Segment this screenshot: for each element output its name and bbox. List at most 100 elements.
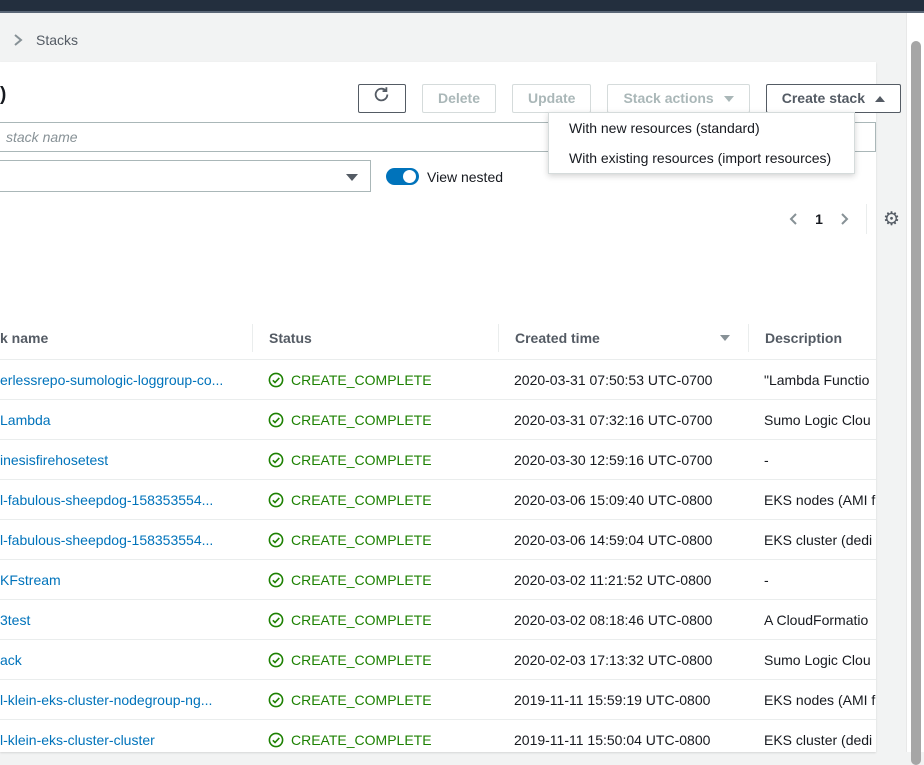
created-time: 2020-03-02 11:21:52 UTC-0800 bbox=[498, 572, 748, 588]
description: "Lambda Functio bbox=[748, 372, 876, 388]
pagination: 1 ⚙ bbox=[788, 204, 900, 234]
settings-gear-icon[interactable]: ⚙ bbox=[883, 210, 900, 229]
chevron-down-icon bbox=[724, 96, 734, 102]
status-label: CREATE_COMPLETE bbox=[291, 532, 432, 548]
status-cell: CREATE_COMPLETE bbox=[252, 732, 498, 748]
status-cell: CREATE_COMPLETE bbox=[252, 372, 498, 388]
created-time: 2019-11-11 15:59:19 UTC-0800 bbox=[498, 692, 748, 708]
next-page-icon[interactable] bbox=[839, 212, 850, 226]
stack-name-link[interactable]: 3test bbox=[0, 612, 252, 628]
status-icon bbox=[268, 532, 284, 548]
console-top-nav bbox=[0, 0, 924, 13]
menu-item-existing-resources[interactable]: With existing resources (import resource… bbox=[549, 143, 854, 173]
status-cell: CREATE_COMPLETE bbox=[252, 412, 498, 428]
previous-page-icon[interactable] bbox=[788, 212, 799, 226]
status-cell: CREATE_COMPLETE bbox=[252, 572, 498, 588]
created-time: 2020-02-03 17:13:32 UTC-0800 bbox=[498, 652, 748, 668]
created-time: 2020-03-06 15:09:40 UTC-0800 bbox=[498, 492, 748, 508]
status-icon bbox=[268, 572, 284, 588]
table-row: l-klein-eks-cluster-cluster CREATE_COMPL… bbox=[0, 720, 876, 752]
status-cell: CREATE_COMPLETE bbox=[252, 492, 498, 508]
stack-name-link[interactable]: erlessrepo-sumologic-loggroup-co... bbox=[0, 372, 252, 388]
table-row: l-klein-eks-cluster-nodegroup-ng... CREA… bbox=[0, 680, 876, 720]
view-nested-toggle[interactable] bbox=[386, 168, 419, 185]
stacks-table: k name Status Created time Description e… bbox=[0, 317, 876, 752]
stack-name-link[interactable]: inesisfirehosetest bbox=[0, 452, 252, 468]
view-nested-label: View nested bbox=[427, 169, 503, 185]
breadcrumb: Stacks bbox=[12, 32, 78, 48]
column-header-description[interactable]: Description bbox=[748, 324, 876, 352]
status-label: CREATE_COMPLETE bbox=[291, 652, 432, 668]
description: Sumo Logic Clou bbox=[748, 412, 876, 428]
table-row: Lambda CREATE_COMPLETE 2020-03-31 07:32:… bbox=[0, 400, 876, 440]
status-cell: CREATE_COMPLETE bbox=[252, 692, 498, 708]
toolbar: Delete Update Stack actions Create stack bbox=[358, 84, 901, 113]
create-stack-button[interactable]: Create stack bbox=[766, 84, 901, 113]
refresh-button[interactable] bbox=[358, 84, 406, 113]
table-row: ack CREATE_COMPLETE 2020-02-03 17:13:32 … bbox=[0, 640, 876, 680]
stack-name-link[interactable]: l-fabulous-sheepdog-158353554... bbox=[0, 532, 252, 548]
refresh-icon bbox=[373, 85, 390, 112]
select-caret-icon bbox=[346, 174, 358, 181]
delete-button[interactable]: Delete bbox=[422, 84, 496, 113]
column-header-created-time[interactable]: Created time bbox=[498, 324, 748, 352]
status-filter-select[interactable] bbox=[0, 160, 371, 192]
created-time: 2020-03-31 07:50:53 UTC-0700 bbox=[498, 372, 748, 388]
status-icon bbox=[268, 372, 284, 388]
description: Sumo Logic Clou bbox=[748, 652, 876, 668]
created-time: 2020-03-06 14:59:04 UTC-0800 bbox=[498, 532, 748, 548]
status-icon bbox=[268, 692, 284, 708]
update-button[interactable]: Update bbox=[512, 84, 591, 113]
table-row: 3test CREATE_COMPLETE 2020-03-02 08:18:4… bbox=[0, 600, 876, 640]
sort-desc-icon[interactable] bbox=[720, 335, 730, 341]
status-label: CREATE_COMPLETE bbox=[291, 412, 432, 428]
breadcrumb-item-stacks[interactable]: Stacks bbox=[36, 32, 78, 48]
status-cell: CREATE_COMPLETE bbox=[252, 452, 498, 468]
table-row: l-fabulous-sheepdog-158353554... CREATE_… bbox=[0, 480, 876, 520]
status-icon bbox=[268, 732, 284, 748]
stack-name-link[interactable]: l-klein-eks-cluster-nodegroup-ng... bbox=[0, 692, 252, 708]
stack-name-link[interactable]: l-fabulous-sheepdog-158353554... bbox=[0, 492, 252, 508]
status-label: CREATE_COMPLETE bbox=[291, 452, 432, 468]
status-label: CREATE_COMPLETE bbox=[291, 372, 432, 388]
created-time: 2020-03-30 12:59:16 UTC-0700 bbox=[498, 452, 748, 468]
stack-name-link[interactable]: l-klein-eks-cluster-cluster bbox=[0, 732, 252, 748]
pagination-divider bbox=[866, 204, 867, 234]
chevron-up-icon bbox=[875, 96, 885, 102]
description: - bbox=[748, 572, 876, 588]
table-header: k name Status Created time Description bbox=[0, 317, 876, 360]
scrollbar-thumb[interactable] bbox=[911, 41, 921, 765]
status-icon bbox=[268, 492, 284, 508]
stack-name-link[interactable]: KFstream bbox=[0, 572, 252, 588]
status-cell: CREATE_COMPLETE bbox=[252, 652, 498, 668]
stack-name-link[interactable]: Lambda bbox=[0, 412, 252, 428]
created-time: 2020-03-31 07:32:16 UTC-0700 bbox=[498, 412, 748, 428]
page-title: ) bbox=[0, 84, 6, 106]
status-icon bbox=[268, 612, 284, 628]
description: EKS cluster (dedi bbox=[748, 532, 876, 548]
status-label: CREATE_COMPLETE bbox=[291, 732, 432, 748]
menu-item-new-resources[interactable]: With new resources (standard) bbox=[549, 113, 854, 143]
current-page-number[interactable]: 1 bbox=[815, 211, 823, 227]
status-cell: CREATE_COMPLETE bbox=[252, 612, 498, 628]
description: EKS nodes (AMI f bbox=[748, 492, 876, 508]
stack-actions-button[interactable]: Stack actions bbox=[607, 84, 749, 113]
stack-name-link[interactable]: ack bbox=[0, 652, 252, 668]
status-icon bbox=[268, 412, 284, 428]
toggle-knob bbox=[403, 170, 416, 183]
status-label: CREATE_COMPLETE bbox=[291, 492, 432, 508]
status-label: CREATE_COMPLETE bbox=[291, 612, 432, 628]
table-row: erlessrepo-sumologic-loggroup-co... CREA… bbox=[0, 360, 876, 400]
column-header-stack-name[interactable]: k name bbox=[0, 324, 252, 352]
breadcrumb-chevron-icon bbox=[12, 33, 24, 47]
status-icon bbox=[268, 652, 284, 668]
status-label: CREATE_COMPLETE bbox=[291, 572, 432, 588]
column-header-status[interactable]: Status bbox=[252, 324, 498, 352]
created-time: 2019-11-11 15:50:04 UTC-0800 bbox=[498, 732, 748, 748]
description: - bbox=[748, 452, 876, 468]
scrollbar-track[interactable] bbox=[906, 13, 924, 752]
table-row: inesisfirehosetest CREATE_COMPLETE 2020-… bbox=[0, 440, 876, 480]
status-cell: CREATE_COMPLETE bbox=[252, 532, 498, 548]
table-row: KFstream CREATE_COMPLETE 2020-03-02 11:2… bbox=[0, 560, 876, 600]
create-stack-menu: With new resources (standard) With exist… bbox=[548, 112, 855, 174]
